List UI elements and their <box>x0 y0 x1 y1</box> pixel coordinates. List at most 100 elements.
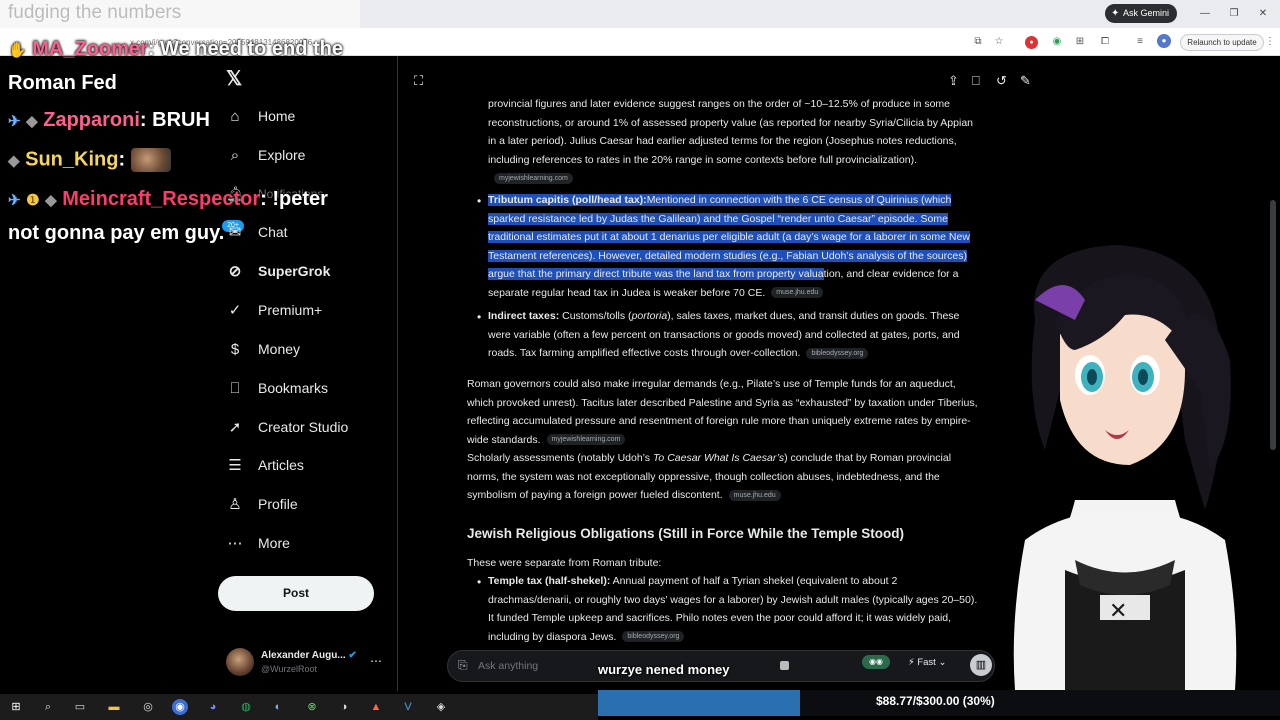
file-explorer-icon[interactable]: ▬ <box>106 699 122 715</box>
waveform-icon: ▥ <box>975 659 987 671</box>
ask-gemini-label: Ask Gemini <box>1123 8 1170 18</box>
discord-icon[interactable]: ◕ <box>205 699 221 715</box>
chat-text: : <box>118 148 126 171</box>
bookmark-icon[interactable]: ⎕ <box>972 73 980 89</box>
sidebar-item-bookmarks[interactable]: ⎕ Bookmarks <box>218 371 388 405</box>
ask-input[interactable] <box>478 658 588 674</box>
sidebar-item-label: Articles <box>258 457 304 473</box>
bullet-heading: Indirect taxes: <box>488 310 560 322</box>
bookmark-icon: ⎕ <box>230 379 240 397</box>
install-icon[interactable]: ⧉ <box>970 34 986 50</box>
search-icon[interactable]: ⌕ <box>40 699 56 715</box>
new-chat-icon[interactable]: ✎ <box>1020 73 1031 89</box>
attach-icon[interactable]: ⎘ <box>458 658 468 673</box>
response-paragraph: provincial figures and later evidence su… <box>488 95 978 188</box>
source-chip[interactable]: muse.jhu.edu <box>771 287 824 299</box>
pet-badge-icon: ◆ <box>45 192 57 209</box>
chat-top-line: fudging the numbers <box>8 2 182 23</box>
bullet-emphasis: portoria <box>631 310 668 322</box>
post-button[interactable]: Post <box>218 576 374 611</box>
chrome-icon[interactable]: ◉ <box>172 699 188 715</box>
sidebar-item-articles[interactable]: ☰ Articles <box>218 448 388 482</box>
sidebar-item-more[interactable]: ⋯ More <box>218 526 388 560</box>
search-icon: ⌕ <box>230 146 240 164</box>
chat-username: MA_Zoomer <box>32 38 148 60</box>
chat-message: ✋ MA_Zoomer: We need to end the <box>8 38 343 61</box>
close-window-icon[interactable]: ✕ <box>1253 4 1273 24</box>
tab-search-icon[interactable]: ≡ <box>1132 34 1148 50</box>
bullet-item: Indirect taxes: Customs/tolls (portoria)… <box>488 307 980 363</box>
sword-badge-icon: ✈ <box>8 192 21 209</box>
share-icon[interactable]: ⇪ <box>948 73 959 89</box>
relaunch-button[interactable]: Relaunch to update <box>1180 34 1264 51</box>
expand-icon[interactable]: ⛶ <box>414 73 423 89</box>
sidebar-item-home[interactable]: ⌂ Home <box>218 99 388 133</box>
user-name[interactable]: Alexander Augu... ✔ <box>261 650 357 661</box>
chat-username: Zapparoni <box>43 109 140 131</box>
model-mode-select[interactable]: ⚡︎ Fast ⌄ <box>908 657 946 668</box>
extension-green-icon[interactable]: ◉ <box>1049 34 1065 50</box>
spotify-icon[interactable]: ◍ <box>238 699 254 715</box>
chat-text: Roman Fed <box>8 72 117 94</box>
sidebar-item-creator-studio[interactable]: ➚ Creator Studio <box>218 410 388 444</box>
profile-avatar-icon[interactable]: ● <box>1157 34 1171 48</box>
sidebar-item-chat[interactable]: ✉ Chat <box>218 215 388 249</box>
sidebar-item-premium[interactable]: ✓ Premium+ <box>218 293 388 327</box>
avatar[interactable] <box>226 648 254 676</box>
xbox-icon[interactable]: ⊗ <box>304 699 320 715</box>
bullet-item: Tributum capitis (poll/head tax):Mention… <box>488 191 978 302</box>
overlay-square-icon <box>780 661 789 670</box>
sidebar-item-label: SuperGrok <box>258 263 331 279</box>
section-heading: Jewish Religious Obligations (Still in F… <box>467 526 905 541</box>
steam-icon[interactable]: ◐ <box>270 699 286 715</box>
paragraph-text: Roman governors could also make irregula… <box>467 378 978 446</box>
chevron-down-icon: ⌄ <box>938 657 947 668</box>
obs-icon[interactable]: ◎ <box>140 699 156 715</box>
puzzle-icon[interactable]: ⧠ <box>1097 34 1113 50</box>
windows-start-icon[interactable]: ⊞ <box>8 699 24 715</box>
brave-icon[interactable]: ▲ <box>368 699 384 715</box>
pet-badge-icon: ◆ <box>8 152 20 170</box>
sidebar-item-explore[interactable]: ⌕ Explore <box>218 138 388 172</box>
sword-badge-icon: ✈ <box>8 113 21 130</box>
chat-username: Sun_King <box>25 148 119 171</box>
vscode-icon[interactable]: V <box>400 699 416 715</box>
sidebar-item-supergrok[interactable]: ⊘ SuperGrok <box>218 254 388 288</box>
menu-kebab-icon[interactable]: ⋮ <box>1262 34 1278 50</box>
app-icon[interactable]: ◑ <box>336 699 352 715</box>
extension-red-icon[interactable]: ● <box>1025 36 1038 49</box>
ask-gemini-button[interactable]: ✦ Ask Gemini <box>1105 4 1177 23</box>
source-chip[interactable]: bibleodyssey.org <box>806 347 869 359</box>
sidebar-item-label: More <box>258 535 290 551</box>
chat-message: not gonna pay em guy. <box>8 222 224 245</box>
task-view-icon[interactable]: ▭ <box>72 699 88 715</box>
lightning-icon: ⚡︎ <box>908 657 915 668</box>
book-title: To Caesar What Is Caesar’s <box>652 452 785 464</box>
app-icon[interactable]: ◈ <box>433 699 449 715</box>
sidebar-item-label: Profile <box>258 496 298 512</box>
x-logo-icon[interactable]: 𝕏 <box>226 66 242 91</box>
source-chip[interactable]: muse.jhu.edu <box>728 489 781 501</box>
voice-mode-button[interactable]: ▥ <box>970 654 992 676</box>
donation-goal-text: $88.77/$300.00 (30%) <box>876 694 995 708</box>
minimize-icon[interactable]: — <box>1195 4 1215 24</box>
grok-icon: ⊘ <box>228 263 242 280</box>
account-menu-icon[interactable]: ⋯ <box>370 654 382 668</box>
source-chip[interactable]: myjewishlearning.com <box>494 172 573 184</box>
companion-toggle-icon[interactable]: ◉◉ <box>862 655 890 669</box>
pet-badge-icon: ◆ <box>26 113 38 130</box>
gemini-icon: ✦ <box>1111 8 1120 19</box>
star-icon[interactable]: ☆ <box>991 34 1007 50</box>
scrollbar[interactable] <box>1270 200 1276 450</box>
sidebar-item-profile[interactable]: ♙ Profile <box>218 487 388 521</box>
bullet-heading: Temple tax (half-shekel): <box>488 575 611 587</box>
response-paragraph: Scholarly assessments (notably Udoh’s To… <box>467 449 980 505</box>
svg-text:✕: ✕ <box>1109 599 1127 624</box>
extension-icon[interactable]: ⊞ <box>1072 34 1088 50</box>
source-chip[interactable]: myjewishlearning.com <box>546 434 626 446</box>
maximize-icon[interactable]: ❐ <box>1224 4 1244 24</box>
history-icon[interactable]: ↺ <box>996 73 1007 89</box>
bullet-icon: • <box>477 575 482 589</box>
sidebar-item-money[interactable]: $ Money <box>218 332 388 366</box>
source-chip[interactable]: bibleodyssey.org <box>622 631 685 643</box>
